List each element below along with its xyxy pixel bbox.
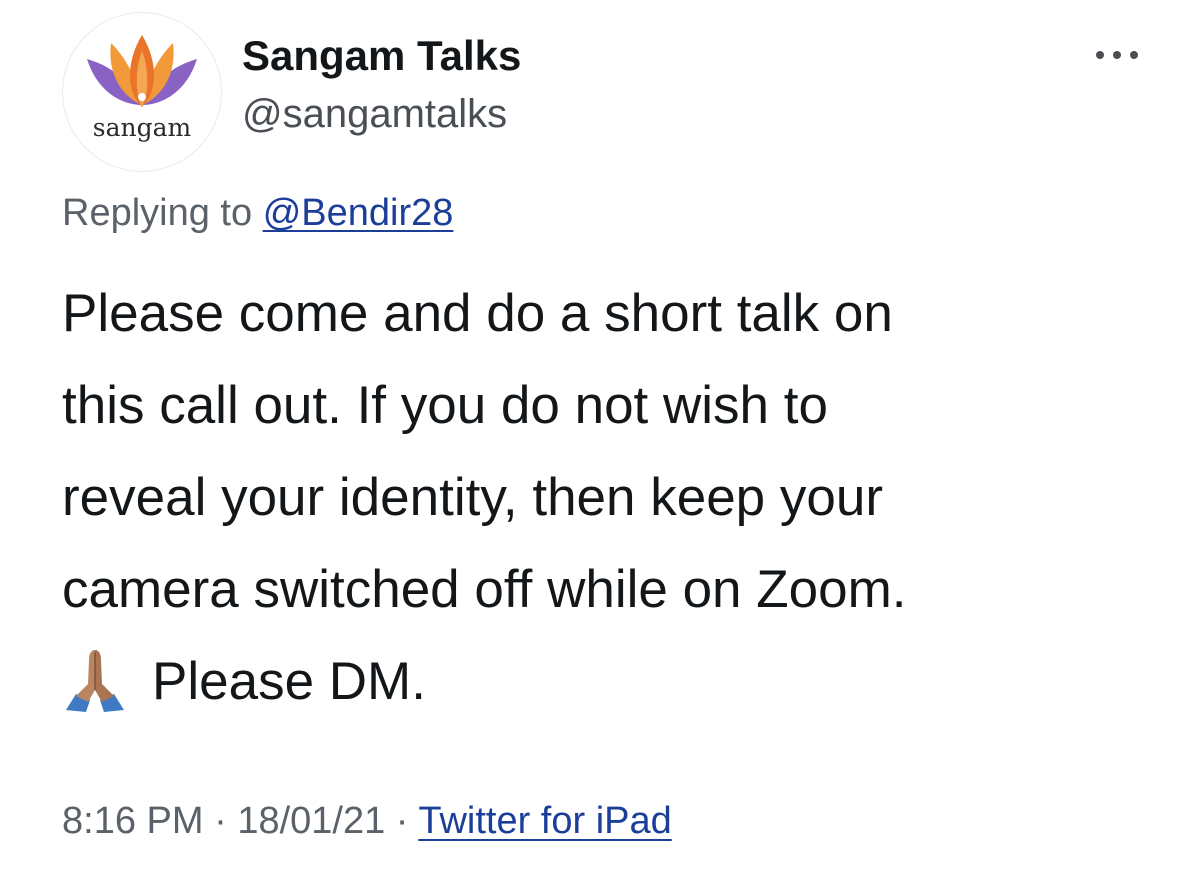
avatar-logo-text: sangam [92, 113, 192, 142]
author-handle[interactable]: @sangamtalks [242, 92, 507, 137]
tweet-source-link[interactable]: Twitter for iPad [418, 800, 671, 842]
more-options-icon[interactable] [1094, 48, 1140, 64]
reply-mention-link[interactable]: @Bendir28 [263, 192, 454, 234]
tweet-text-line: this call out. If you do not wish to [62, 376, 828, 435]
tweet-time: 8:16 PM [62, 800, 204, 842]
tweet-text: Please come and do a short talk on this … [62, 268, 1162, 728]
replying-to: Replying to @Bendir28 [62, 192, 453, 235]
tweet-text-line: Please come and do a short talk on [62, 284, 893, 343]
tweet-card: sangam Sangam Talks @sangamtalks Replyin… [0, 0, 1200, 883]
avatar[interactable]: sangam [62, 12, 222, 172]
tweet-text-line: reveal your identity, then keep your [62, 468, 883, 527]
meta-separator: · [214, 800, 227, 842]
tweet-text-last-line: Please DM. [62, 636, 1162, 728]
tweet-date: 18/01/21 [237, 800, 386, 842]
tweet-text-last-line-text: Please DM. [152, 652, 426, 711]
tweet-text-line: camera switched off while on Zoom. [62, 560, 907, 619]
replying-to-label: Replying to [62, 192, 253, 234]
lotus-logo-icon [87, 35, 197, 107]
folded-hands-emoji-icon [62, 644, 128, 714]
meta-separator: · [395, 800, 409, 842]
author-display-name[interactable]: Sangam Talks [242, 32, 521, 80]
tweet-meta: 8:16 PM · 18/01/21 · Twitter for iPad [62, 800, 672, 843]
